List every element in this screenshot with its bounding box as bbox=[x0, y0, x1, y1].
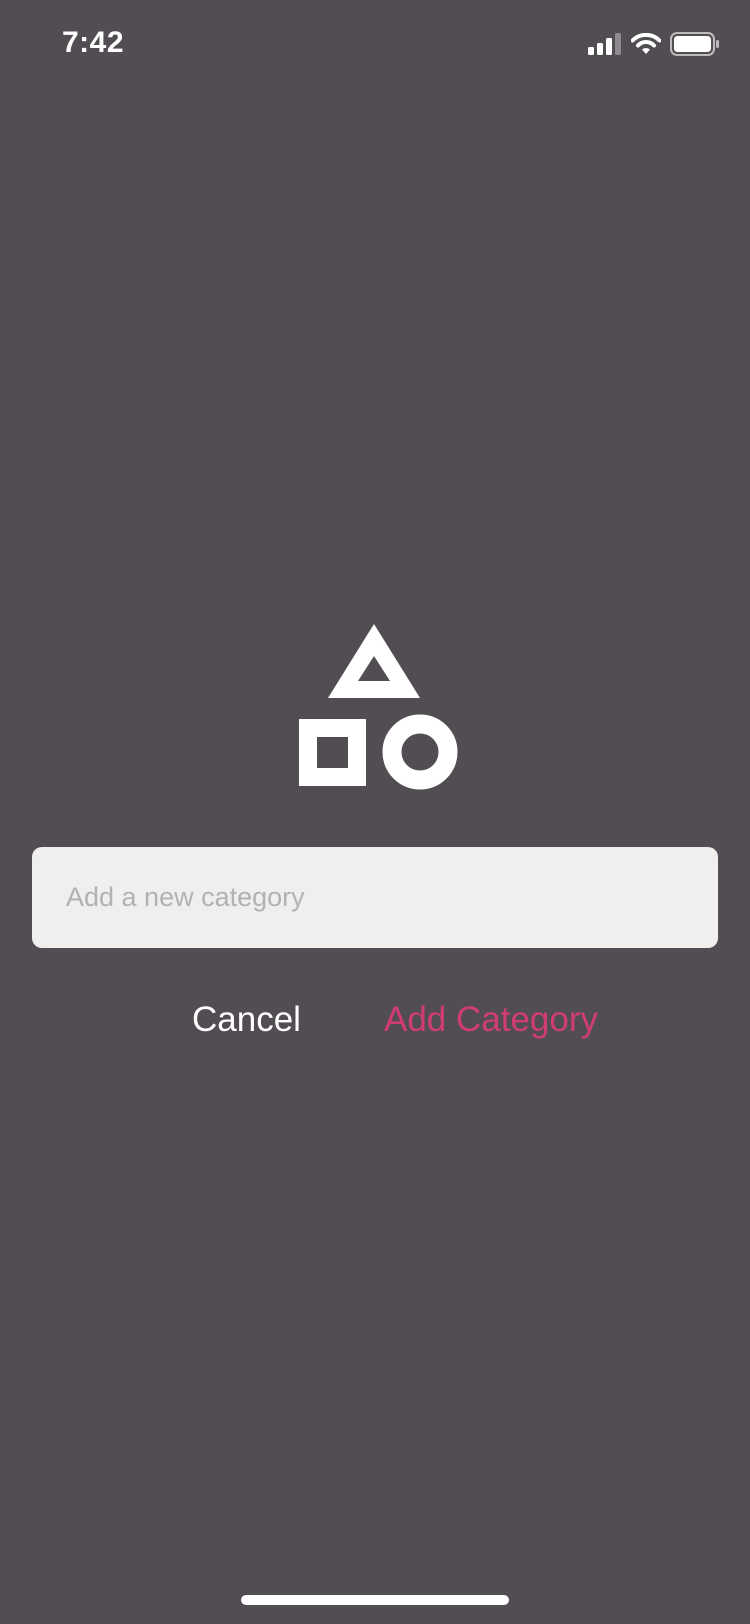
add-category-button[interactable]: Add Category bbox=[384, 992, 598, 1048]
category-input[interactable] bbox=[32, 847, 718, 948]
cellular-signal-icon bbox=[588, 33, 621, 55]
status-icons bbox=[588, 32, 720, 56]
status-time: 7:42 bbox=[62, 26, 125, 59]
shapes-icon bbox=[299, 624, 458, 790]
home-indicator bbox=[241, 1595, 509, 1605]
wifi-icon bbox=[631, 33, 661, 54]
cancel-button[interactable]: Cancel bbox=[192, 992, 301, 1048]
battery-icon bbox=[670, 32, 719, 56]
status-bar: 7:42 bbox=[0, 0, 750, 90]
